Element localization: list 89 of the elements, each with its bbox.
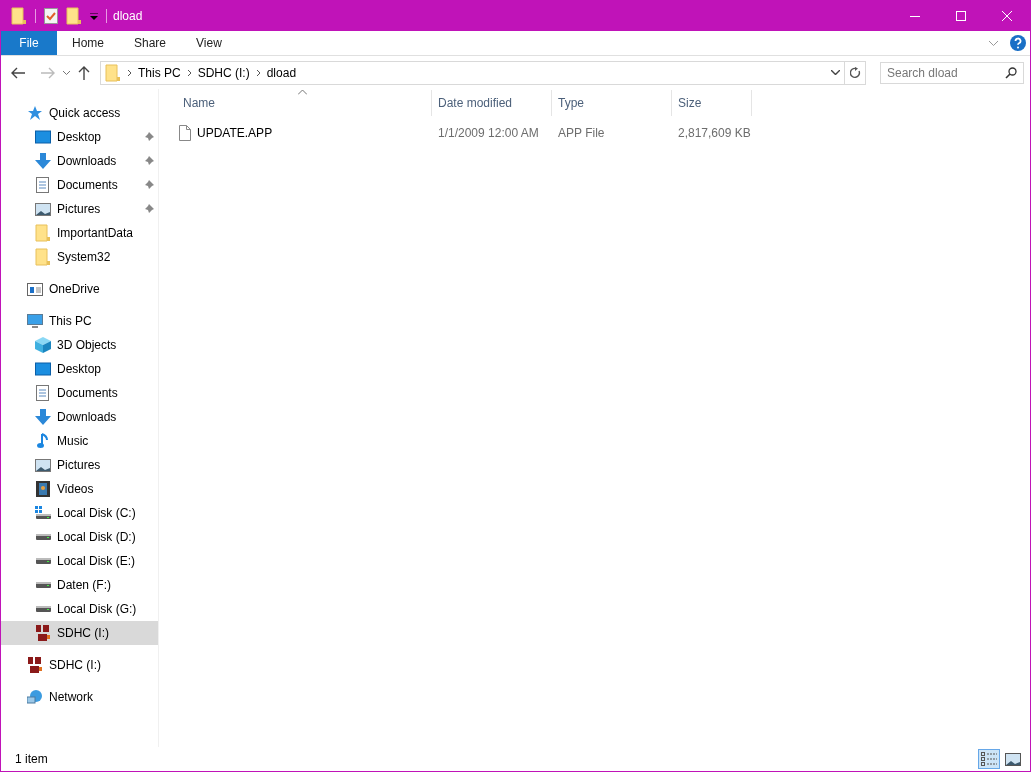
nav-item[interactable]: Pictures: [1, 197, 158, 221]
nav-item[interactable]: Videos: [1, 477, 158, 501]
down-arrow-icon: [34, 409, 51, 425]
chevron-icon[interactable]: [127, 68, 132, 77]
nav-item[interactable]: Documents: [1, 381, 158, 405]
drive-icon: [34, 606, 51, 612]
nav-item[interactable]: ImportantData: [1, 221, 158, 245]
breadcrumb[interactable]: dload: [266, 65, 297, 80]
folder-icon: [34, 248, 51, 266]
column-header[interactable]: Date modified: [432, 90, 552, 116]
drive-icon: [34, 558, 51, 564]
film-icon: [35, 481, 50, 497]
nav-item[interactable]: Local Disk (G:): [1, 597, 158, 621]
window-title: dload: [113, 9, 144, 23]
ribbon-tab[interactable]: Share: [119, 31, 182, 55]
nav-item[interactable]: Desktop: [1, 357, 158, 381]
star-icon: [26, 105, 43, 121]
column-header[interactable]: Type: [552, 90, 672, 116]
folder-icon: [105, 63, 121, 82]
nav-item[interactable]: SDHC (I:): [1, 621, 158, 645]
picture-icon: [34, 458, 51, 472]
file-icon: [179, 125, 191, 141]
back-arrow-icon[interactable]: [11, 66, 25, 79]
nav-item[interactable]: System32: [1, 245, 158, 269]
sd-card-icon: [26, 657, 43, 673]
nav-item[interactable]: This PC: [1, 309, 158, 333]
up-arrow-icon[interactable]: [78, 65, 90, 80]
sort-ascending-icon: [298, 90, 307, 95]
properties-icon[interactable]: [44, 8, 58, 24]
column-header[interactable]: Name: [177, 90, 432, 116]
table-cell-text: 1/1/2009 12:00 AM: [437, 125, 540, 142]
help-icon[interactable]: [1010, 35, 1026, 51]
down-arrow-icon: [34, 153, 51, 169]
maximize-icon[interactable]: [956, 11, 966, 21]
breadcrumb[interactable]: SDHC (I:): [197, 65, 250, 80]
nav-item[interactable]: Pictures: [1, 453, 158, 477]
new-folder-icon: [66, 7, 82, 25]
cube-icon: [34, 337, 51, 353]
sd-card-icon: [34, 625, 51, 641]
minimize-icon[interactable]: [910, 15, 920, 17]
file-name[interactable]: UPDATE.APP: [197, 126, 273, 140]
drive-icon: [34, 506, 51, 520]
table-cell-text: APP File: [557, 125, 606, 142]
ribbon-tab[interactable]: File: [1, 31, 57, 55]
nav-item[interactable]: SDHC (I:): [1, 653, 158, 677]
document-icon: [36, 385, 49, 401]
chevron-icon[interactable]: [255, 68, 261, 77]
computer-icon: [26, 314, 43, 328]
ribbon-tab[interactable]: Home: [57, 31, 119, 55]
nav-item[interactable]: Documents: [1, 173, 158, 197]
folder-icon: [34, 224, 51, 242]
details-view-button[interactable]: [978, 749, 1000, 769]
nav-item[interactable]: Desktop: [1, 125, 158, 149]
nav-item[interactable]: Downloads: [1, 149, 158, 173]
chevron-icon[interactable]: [186, 68, 192, 77]
table-cell-text: 2,817,609 KB: [677, 125, 752, 142]
nav-item[interactable]: Local Disk (E:): [1, 549, 158, 573]
nav-item[interactable]: Network: [1, 685, 158, 709]
close-icon[interactable]: [1002, 11, 1012, 21]
nav-item[interactable]: OneDrive: [1, 277, 158, 301]
drive-icon: [34, 582, 51, 588]
nav-item[interactable]: Local Disk (D:): [1, 525, 158, 549]
column-header[interactable]: Size: [672, 90, 752, 116]
dropdown-icon[interactable]: [831, 70, 840, 75]
dropdown-icon[interactable]: [90, 12, 98, 20]
nav-item[interactable]: 3D Objects: [1, 333, 158, 357]
search-icon: [1005, 66, 1017, 79]
music-note-icon: [36, 433, 49, 449]
nav-item[interactable]: Downloads: [1, 405, 158, 429]
item-count: 1 item: [15, 752, 48, 766]
recent-locations-icon[interactable]: [63, 70, 70, 75]
folder-icon: [11, 7, 27, 25]
network-icon: [26, 689, 43, 705]
drive-icon: [34, 534, 51, 540]
picture-icon: [34, 202, 51, 216]
window-icon: [26, 282, 43, 296]
search-field[interactable]: Search dload: [880, 61, 1024, 84]
refresh-icon[interactable]: [849, 66, 861, 79]
document-icon: [36, 177, 49, 193]
desktop-icon: [34, 130, 51, 144]
ribbon-tab[interactable]: View: [181, 31, 237, 55]
nav-item[interactable]: Music: [1, 429, 158, 453]
expand-ribbon-icon[interactable]: [989, 40, 998, 46]
nav-item[interactable]: Daten (F:): [1, 573, 158, 597]
nav-item[interactable]: Quick access: [1, 101, 158, 125]
address-bar[interactable]: This PC SDHC (I:) dload: [100, 60, 866, 85]
breadcrumb[interactable]: This PC: [138, 65, 181, 80]
desktop-icon: [34, 362, 51, 376]
nav-item[interactable]: Local Disk (C:): [1, 501, 158, 525]
